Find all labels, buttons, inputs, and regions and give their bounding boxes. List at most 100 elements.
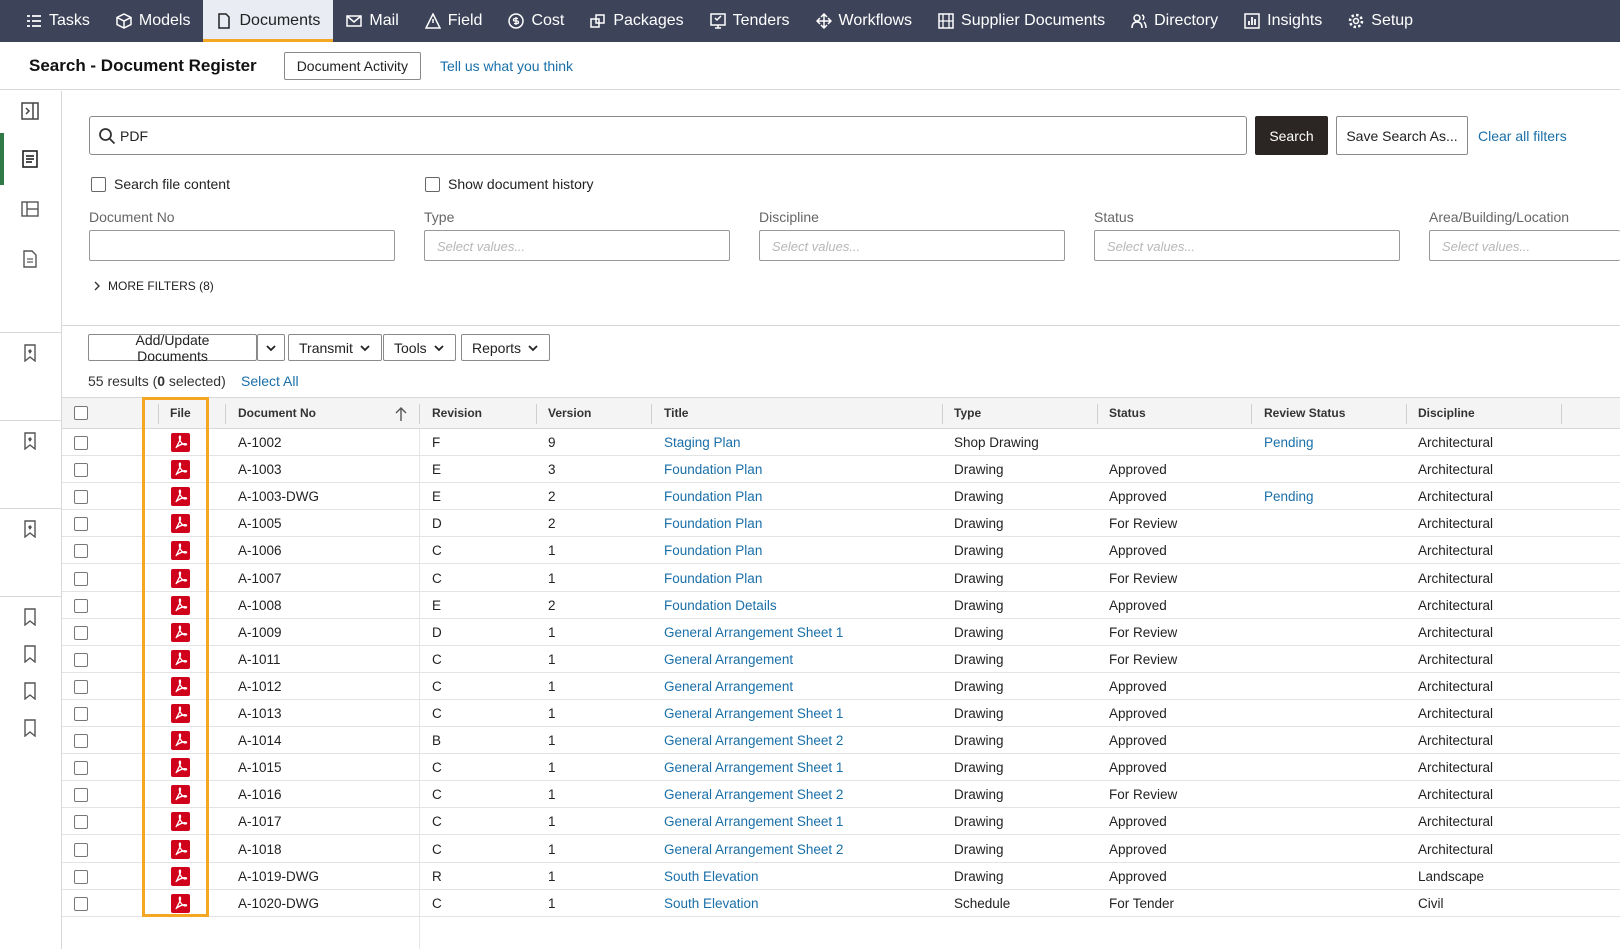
- cell-title-link[interactable]: General Arrangement Sheet 2: [664, 727, 843, 754]
- pdf-file-link[interactable]: [171, 893, 190, 913]
- search-input[interactable]: [120, 127, 1220, 144]
- row-checkbox[interactable]: [74, 679, 88, 694]
- table-row[interactable]: A-1005 D 2 Foundation Plan Drawing For Review…: [62, 510, 1620, 538]
- cell-title-link[interactable]: South Elevation: [664, 863, 759, 890]
- more-filters-toggle[interactable]: MORE FILTERS (8): [93, 279, 214, 293]
- pdf-file-link[interactable]: [171, 866, 190, 886]
- table-row[interactable]: A-1019-DWG R 1 South Elevation Drawing Approv…: [62, 863, 1620, 890]
- cell-review-status-link[interactable]: Pending: [1264, 429, 1314, 456]
- add-update-dropdown-button[interactable]: [257, 334, 285, 361]
- table-row[interactable]: A-1015 C 1 General Arrangement Sheet 1 Drawi…: [62, 754, 1620, 782]
- select-all-checkbox[interactable]: [74, 406, 88, 420]
- nav-item-packages[interactable]: Packages: [577, 0, 696, 42]
- pdf-file-link[interactable]: [171, 514, 190, 534]
- column-header-review-status[interactable]: Review Status: [1264, 398, 1345, 429]
- checkbox-box[interactable]: [91, 176, 106, 192]
- table-row[interactable]: A-1007 C 1 Foundation Plan Drawing For Review…: [62, 565, 1620, 592]
- nav-item-field[interactable]: Field: [412, 0, 496, 42]
- table-row[interactable]: A-1009 D 1 General Arrangement Sheet 1 Drawi…: [62, 619, 1620, 646]
- cell-title-link[interactable]: General Arrangement Sheet 1: [664, 754, 843, 781]
- cell-title-link[interactable]: Foundation Details: [664, 592, 777, 619]
- bookmark-icon[interactable]: [21, 719, 39, 737]
- cell-title-link[interactable]: General Arrangement Sheet 2: [664, 836, 843, 863]
- status-select[interactable]: Select values...: [1094, 230, 1400, 261]
- cell-title-link[interactable]: General Arrangement: [664, 673, 793, 700]
- pdf-file-link[interactable]: [171, 812, 190, 832]
- pdf-file-link[interactable]: [171, 758, 190, 778]
- nav-item-workflows[interactable]: Workflows: [803, 0, 926, 42]
- checkbox-box[interactable]: [425, 176, 440, 192]
- layout-panel-icon[interactable]: [21, 200, 39, 218]
- table-row[interactable]: A-1018 C 1 General Arrangement Sheet 2 Drawi…: [62, 836, 1620, 863]
- table-row[interactable]: A-1020-DWG C 1 South Elevation Schedule For T…: [62, 890, 1620, 917]
- column-header-title[interactable]: Title: [664, 398, 688, 429]
- select-all-link[interactable]: Select All: [241, 373, 299, 389]
- pdf-file-link[interactable]: [171, 568, 190, 588]
- row-checkbox[interactable]: [74, 436, 88, 450]
- column-header-file[interactable]: File: [170, 398, 191, 429]
- cell-title-link[interactable]: General Arrangement Sheet 1: [664, 808, 843, 835]
- cell-title-link[interactable]: South Elevation: [664, 890, 759, 917]
- row-checkbox[interactable]: [74, 463, 88, 478]
- transmit-button[interactable]: Transmit: [288, 334, 382, 361]
- pdf-file-link[interactable]: [171, 541, 190, 561]
- table-row[interactable]: A-1017 C 1 General Arrangement Sheet 1 Drawi…: [62, 808, 1620, 836]
- row-checkbox[interactable]: [74, 842, 88, 857]
- row-checkbox[interactable]: [74, 896, 88, 911]
- pdf-file-link[interactable]: [171, 595, 190, 615]
- pdf-file-link[interactable]: [171, 676, 190, 696]
- row-checkbox[interactable]: [74, 788, 88, 803]
- cell-title-link[interactable]: Staging Plan: [664, 429, 741, 456]
- bookmark-icon[interactable]: [21, 682, 39, 700]
- expand-panel-icon[interactable]: [21, 102, 39, 120]
- feedback-link[interactable]: Tell us what you think: [440, 58, 573, 74]
- document-register-icon[interactable]: [21, 150, 39, 168]
- nav-item-mail[interactable]: Mail: [333, 0, 411, 42]
- row-checkbox[interactable]: [74, 734, 88, 749]
- nav-item-setup[interactable]: Setup: [1335, 0, 1426, 42]
- table-row[interactable]: A-1013 C 1 General Arrangement Sheet 1 Drawi…: [62, 700, 1620, 727]
- pdf-file-link[interactable]: [171, 785, 190, 805]
- cell-title-link[interactable]: General Arrangement: [664, 646, 793, 673]
- nav-item-directory[interactable]: Directory: [1118, 0, 1231, 42]
- table-row[interactable]: A-1003 E 3 Foundation Plan Drawing Approved Ar…: [62, 456, 1620, 484]
- bookmark-add-icon[interactable]: [21, 344, 39, 362]
- row-checkbox[interactable]: [74, 625, 88, 640]
- area-select[interactable]: Select values...: [1429, 230, 1620, 261]
- search-file-content-checkbox[interactable]: Search file content: [91, 176, 230, 192]
- table-row[interactable]: A-1012 C 1 General Arrangement Drawing Approv…: [62, 673, 1620, 700]
- table-row[interactable]: A-1003-DWG E 2 Foundation Plan Drawing Approv…: [62, 483, 1620, 511]
- cell-title-link[interactable]: Foundation Plan: [664, 456, 762, 483]
- table-row[interactable]: A-1002 F 9 Staging Plan Shop Drawing Pending A…: [62, 429, 1620, 456]
- show-history-checkbox[interactable]: Show document history: [425, 176, 594, 192]
- document-activity-button[interactable]: Document Activity: [283, 51, 421, 80]
- nav-item-models[interactable]: Models: [103, 0, 204, 42]
- row-checkbox[interactable]: [74, 815, 88, 830]
- discipline-select[interactable]: Select values...: [759, 230, 1065, 261]
- bookmark-add-icon[interactable]: [21, 520, 39, 538]
- pdf-file-link[interactable]: [171, 649, 190, 669]
- row-checkbox[interactable]: [74, 517, 88, 532]
- row-checkbox[interactable]: [74, 761, 88, 776]
- search-box[interactable]: [89, 116, 1247, 155]
- nav-item-insights[interactable]: Insights: [1231, 0, 1335, 42]
- nav-item-tenders[interactable]: Tenders: [697, 0, 803, 42]
- clear-filters-link[interactable]: Clear all filters: [1478, 128, 1567, 144]
- save-search-button[interactable]: Save Search As...: [1336, 116, 1468, 155]
- column-header-type[interactable]: Type: [954, 398, 981, 429]
- nav-item-tasks[interactable]: Tasks: [0, 0, 103, 42]
- pdf-file-link[interactable]: [171, 704, 190, 723]
- table-row[interactable]: A-1008 E 2 Foundation Details Drawing Approve…: [62, 592, 1620, 619]
- table-row[interactable]: A-1011 C 1 General Arrangement Drawing For Re…: [62, 646, 1620, 673]
- cell-review-status-link[interactable]: Pending: [1264, 483, 1314, 510]
- row-checkbox[interactable]: [74, 571, 88, 586]
- column-header-status[interactable]: Status: [1109, 398, 1146, 429]
- cell-title-link[interactable]: General Arrangement Sheet 1: [664, 700, 843, 727]
- cell-title-link[interactable]: Foundation Plan: [664, 565, 762, 592]
- pdf-file-link[interactable]: [171, 487, 190, 507]
- tools-button[interactable]: Tools: [383, 334, 456, 361]
- column-header-version[interactable]: Version: [548, 398, 591, 429]
- type-select[interactable]: Select values...: [424, 230, 730, 261]
- pdf-file-link[interactable]: [171, 433, 190, 452]
- cell-title-link[interactable]: Foundation Plan: [664, 537, 762, 564]
